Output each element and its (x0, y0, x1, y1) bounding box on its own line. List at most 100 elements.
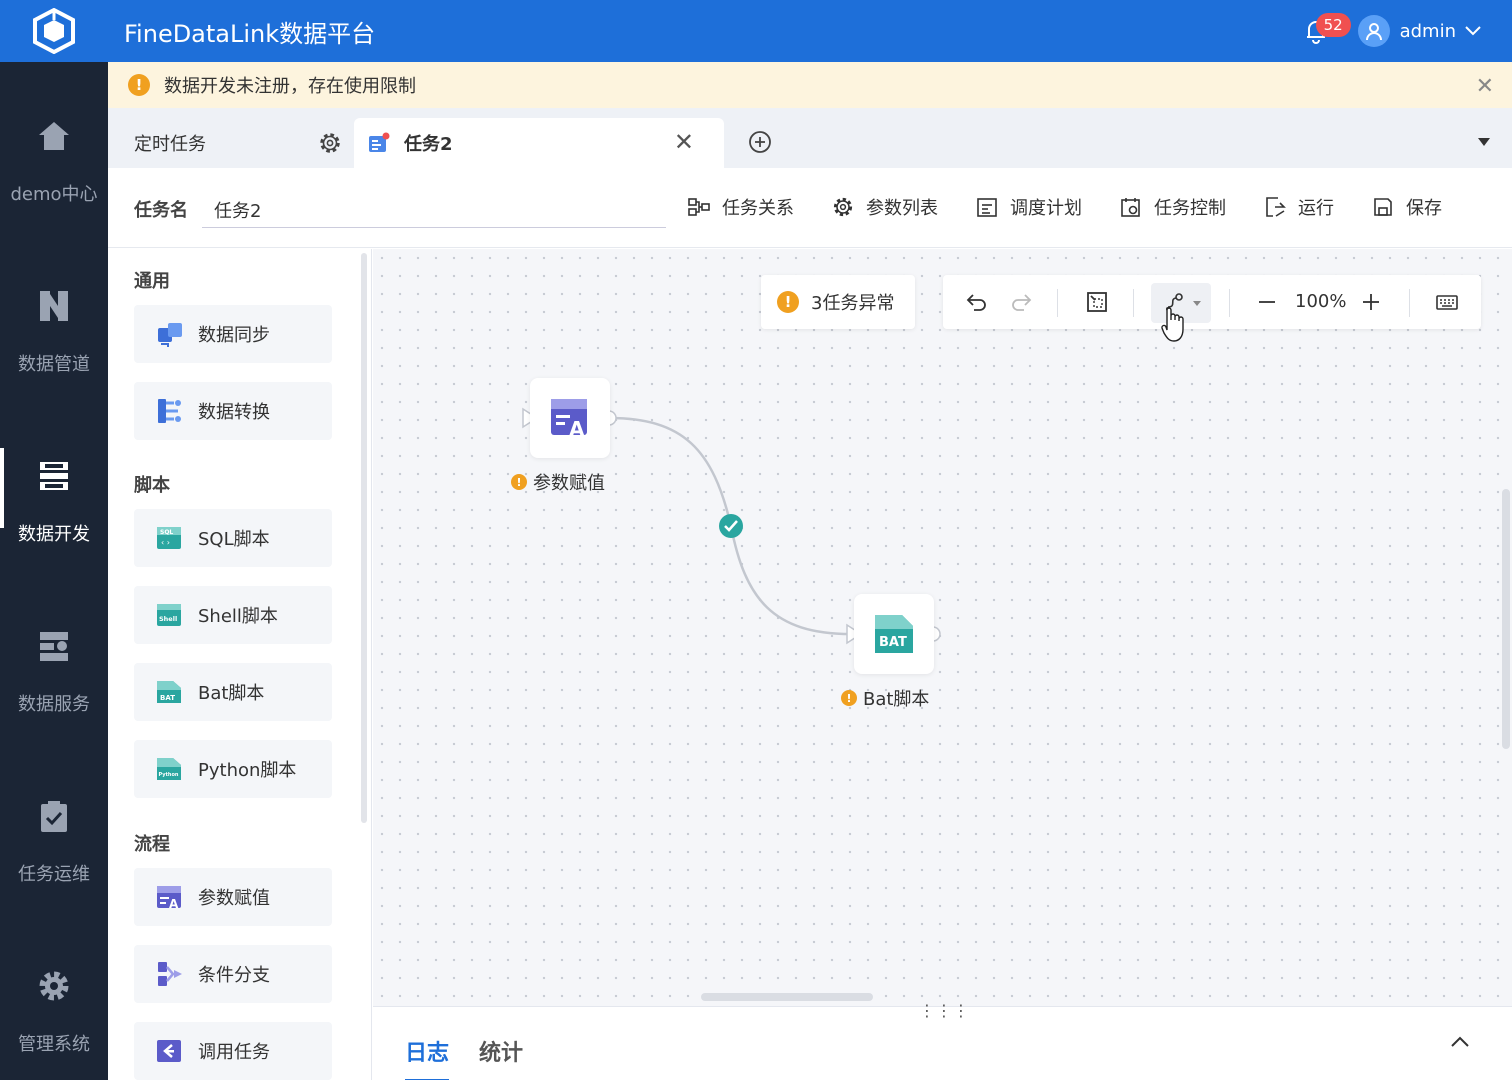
palette-item-invoke-task[interactable]: 调用任务 (134, 1022, 332, 1080)
tab-stats[interactable]: 统计 (479, 1035, 523, 1067)
action-label: 参数列表 (866, 198, 938, 219)
user-name[interactable]: admin (1400, 21, 1456, 42)
condition-branch-icon (158, 962, 182, 986)
palette-scrollbar[interactable] (361, 253, 367, 823)
palette-item-label: Shell脚本 (198, 606, 278, 627)
palette-item-python-script[interactable]: Python Python脚本 (134, 740, 332, 798)
palette-item-data-transform[interactable]: 数据转换 (134, 382, 332, 440)
settings-icon (39, 971, 69, 1001)
save-button[interactable]: 保存 (1372, 194, 1442, 220)
nav-item-task-ops[interactable]: 任务运维 (0, 794, 108, 914)
save-icon (1374, 198, 1392, 216)
svg-text:Python: Python (159, 772, 179, 778)
warning-icon: ! (511, 474, 527, 490)
close-icon[interactable]: ✕ (674, 128, 694, 156)
run-button[interactable]: 运行 (1264, 194, 1334, 220)
workflow-node-bat-script[interactable]: BAT (854, 594, 934, 674)
palette-item-bat-script[interactable]: BAT Bat脚本 (134, 663, 332, 721)
task-name-input[interactable] (202, 192, 666, 228)
data-transform-icon (158, 399, 181, 423)
keyboard-icon[interactable] (1435, 290, 1459, 314)
add-tab-icon[interactable] (748, 130, 772, 154)
action-label: 保存 (1406, 198, 1442, 219)
run-icon (1266, 197, 1286, 217)
sql-script-icon: SQL ‹ › (157, 527, 181, 549)
nav-label: 数据管道 (18, 354, 90, 375)
action-label: 调度计划 (1010, 198, 1082, 219)
nav-item-demo-center[interactable]: demo中心 (0, 114, 108, 234)
data-sync-icon (158, 323, 182, 347)
zoom-level: 100% (1295, 291, 1347, 312)
warning-icon: ! (777, 291, 799, 313)
palette-item-condition-branch[interactable]: 条件分支 (134, 945, 332, 1003)
nav-item-data-pipeline[interactable]: 数据管道 (0, 284, 108, 404)
hand-cursor-icon (1161, 307, 1184, 342)
fit-view-icon[interactable] (1085, 290, 1109, 314)
param-list-button[interactable]: 参数列表 (832, 194, 938, 220)
caret-down-icon (1193, 301, 1201, 306)
user-icon (1365, 23, 1382, 41)
tab-scheduled-tasks[interactable]: 定时任务 (134, 118, 352, 168)
app-logo-icon[interactable] (0, 0, 108, 62)
user-avatar[interactable] (1357, 15, 1390, 47)
svg-text:SQL: SQL (160, 529, 173, 536)
left-nav: demo中心 数据管道 数据开发 数据服务 任务运维 管理系统 (0, 62, 108, 1080)
tab-log[interactable]: 日志 (405, 1035, 450, 1080)
tab-label: 任务2 (404, 134, 453, 155)
action-label: 任务控制 (1154, 198, 1226, 219)
palette-item-param-assign[interactable]: A 参数赋值 (134, 868, 332, 926)
nav-item-data-dev[interactable]: 数据开发 (0, 448, 108, 574)
canvas-vertical-scrollbar[interactable] (1502, 489, 1510, 749)
workflow-node-param-assign[interactable]: A (530, 378, 610, 458)
notification-count-badge: 52 (1315, 13, 1351, 37)
nav-item-data-service[interactable]: 数据服务 (0, 624, 108, 744)
nav-item-admin[interactable]: 管理系统 (0, 964, 108, 1080)
zoom-out-icon[interactable] (1255, 290, 1279, 314)
tab-task2[interactable]: 任务2 ✕ (354, 118, 724, 168)
palette-item-shell-script[interactable]: Shell Shell脚本 (134, 586, 332, 644)
chevron-up-icon[interactable] (1450, 1035, 1470, 1049)
chevron-down-icon[interactable] (1464, 25, 1482, 37)
nav-label: 管理系统 (18, 1034, 90, 1055)
palette-item-sql-script[interactable]: SQL ‹ › SQL脚本 (134, 509, 332, 567)
palette-item-label: SQL脚本 (198, 529, 270, 550)
tab-label: 定时任务 (134, 134, 206, 155)
python-script-icon: Python (157, 758, 181, 780)
palette-item-data-sync[interactable]: 数据同步 (134, 305, 332, 363)
pipeline-icon (40, 291, 68, 321)
palette-section-title: 流程 (134, 834, 170, 855)
task-error-indicator[interactable]: ! 3任务异常 (761, 275, 915, 329)
workflow-canvas[interactable]: A ! 参数赋值 BAT ! Bat脚本 ! 3任务异常 100% (373, 249, 1512, 1006)
task-relation-button[interactable]: 任务关系 (688, 194, 794, 220)
gear-icon (833, 197, 853, 217)
shell-script-icon: Shell (157, 604, 181, 626)
task-control-button[interactable]: 任务控制 (1120, 194, 1226, 220)
zoom-in-icon[interactable] (1359, 290, 1383, 314)
error-count-text: 3任务异常 (811, 293, 895, 314)
service-icon (40, 632, 68, 661)
top-bar: FineDataLink数据平台 52 admin (0, 0, 1512, 62)
panel-resize-handle[interactable]: ⋮⋮⋮ (919, 1001, 970, 1020)
redo-icon[interactable] (1009, 290, 1033, 314)
palette-item-label: Python脚本 (198, 760, 297, 781)
param-assign-icon: A (551, 399, 587, 440)
palette-item-label: 条件分支 (198, 965, 270, 986)
svg-text:‹ ›: ‹ › (161, 538, 170, 547)
task-control-icon (1121, 198, 1140, 217)
undo-icon[interactable] (965, 290, 989, 314)
notification-button[interactable]: 52 (1296, 11, 1351, 51)
close-icon[interactable]: ✕ (1476, 74, 1494, 99)
canvas-horizontal-scrollbar[interactable] (701, 993, 873, 1001)
tab-dropdown-icon[interactable] (1478, 138, 1490, 146)
workflow-edge[interactable] (373, 249, 1512, 1006)
home-icon (39, 122, 69, 150)
svg-text:BAT: BAT (879, 635, 907, 650)
bat-script-icon: BAT (157, 681, 181, 703)
app-title: FineDataLink数据平台 (124, 19, 376, 48)
nav-label: demo中心 (10, 184, 98, 205)
param-assign-icon: A (157, 886, 181, 911)
tab-bar: 定时任务 任务2 ✕ (108, 108, 1512, 168)
palette-section-title: 通用 (134, 271, 170, 292)
schedule-plan-button[interactable]: 调度计划 (976, 194, 1082, 220)
gear-icon[interactable] (318, 131, 342, 155)
